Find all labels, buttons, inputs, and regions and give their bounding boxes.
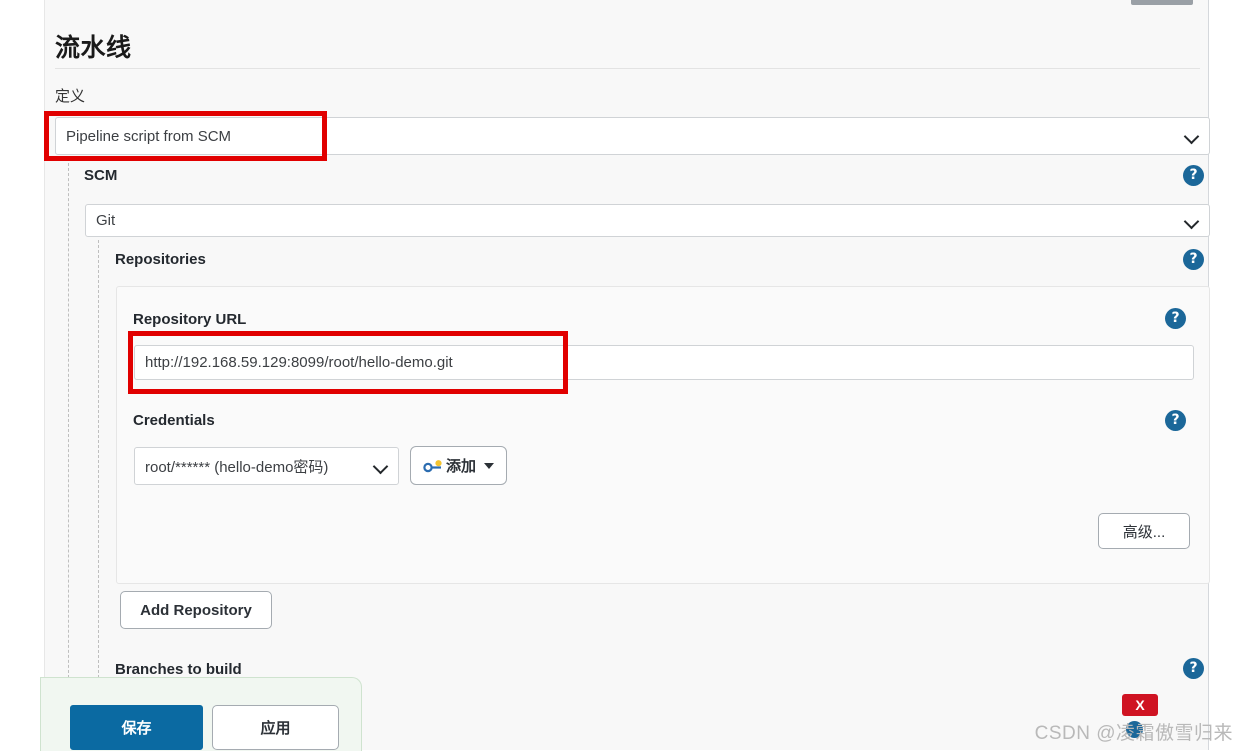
caret-down-icon [484,463,494,469]
repositories-label: Repositories [115,251,206,268]
add-repository-button[interactable]: Add Repository [120,591,272,629]
advanced-button[interactable]: 高级... [1098,513,1190,549]
top-scroll-indicator [1131,0,1193,5]
scm-select-value: Git [96,212,1179,229]
chevron-down-icon [1185,214,1199,228]
branches-to-build-label: Branches to build [115,661,242,678]
apply-button[interactable]: 应用 [212,705,339,750]
definition-label: 定义 [55,85,85,106]
repository-url-value: http://192.168.59.129:8099/root/hello-de… [145,354,453,371]
nesting-guide-level2 [98,240,99,688]
add-credentials-label: 添加 [446,455,476,476]
save-button[interactable]: 保存 [70,705,203,750]
repository-url-input[interactable]: http://192.168.59.129:8099/root/hello-de… [134,345,1194,380]
key-icon [423,459,443,473]
left-gutter [0,0,45,750]
close-icon[interactable]: X [1122,694,1158,716]
credentials-select[interactable]: root/****** (hello-demo密码) [134,447,399,485]
key-icon-svg [423,459,443,473]
repository-panel [116,286,1210,584]
advanced-button-label: 高级... [1123,521,1166,542]
chevron-down-icon [374,459,388,473]
definition-select[interactable]: Pipeline script from SCM [55,117,1210,155]
repositories-help-icon[interactable]: ? [1183,249,1204,270]
credentials-select-value: root/****** (hello-demo密码) [145,456,368,477]
branches-help-icon[interactable]: ? [1183,658,1204,679]
title-divider [55,68,1200,69]
apply-button-label: 应用 [260,717,290,738]
scm-select[interactable]: Git [85,204,1210,237]
scm-help-icon[interactable]: ? [1183,165,1204,186]
add-credentials-button[interactable]: 添加 [410,446,507,485]
scm-label: SCM [84,167,117,184]
watermark-text: CSDN @凌霜傲雪归来 [1035,718,1233,745]
credentials-label: Credentials [133,412,215,429]
chevron-down-icon [1185,129,1199,143]
add-repository-label: Add Repository [140,602,252,619]
credentials-help-icon[interactable]: ? [1165,410,1186,431]
save-button-label: 保存 [121,717,151,738]
repository-url-help-icon[interactable]: ? [1165,308,1186,329]
pipeline-config-page: 流水线 定义 Pipeline script from SCM SCM ? Gi… [0,0,1241,750]
page-title: 流水线 [55,28,132,64]
right-gutter [1208,0,1241,750]
definition-select-value: Pipeline script from SCM [66,128,1179,145]
nesting-guide-level1 [68,158,69,688]
repository-url-label: Repository URL [133,311,246,328]
